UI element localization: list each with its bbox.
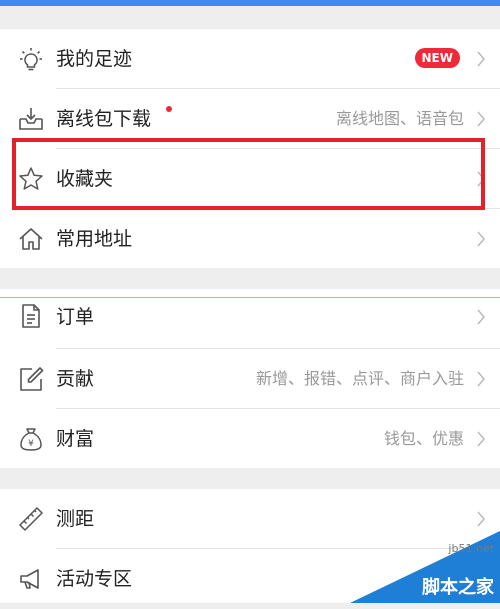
new-badge: NEW xyxy=(414,48,460,68)
menu-sub-offline-download: 离线地图、语音包 xyxy=(335,109,464,128)
menu-label-measure: 测距 xyxy=(56,508,95,530)
menu-label-orders: 订单 xyxy=(56,306,95,328)
menu-sub-wealth: 钱包、优惠 xyxy=(383,429,464,448)
lightbulb-icon xyxy=(18,46,44,72)
watermark-site: jb51.net xyxy=(448,542,494,555)
menu-label-footprint: 我的足迹 xyxy=(56,48,133,70)
menu-label-wealth: 财富 xyxy=(56,428,95,450)
svg-text:¥: ¥ xyxy=(28,439,34,449)
menu-label-addresses: 常用地址 xyxy=(56,228,133,250)
document-icon xyxy=(18,303,44,329)
menu-label-events: 活动专区 xyxy=(56,568,133,590)
megaphone-icon xyxy=(18,566,44,592)
menu-item-addresses[interactable]: 常用地址 xyxy=(0,209,500,269)
menu-label-offline-download: 离线包下载 xyxy=(56,108,152,130)
menu-item-wealth[interactable]: ¥ 财富 钱包、优惠 xyxy=(0,409,500,469)
download-tray-icon xyxy=(18,106,44,132)
divider-highlight-line xyxy=(0,297,500,298)
chevron-right-icon xyxy=(476,51,486,67)
menu-group-services: 订单 贡献 新增、报错、点评、商户入驻 ¥ 财富 钱包、优惠 xyxy=(0,289,500,468)
ruler-icon xyxy=(18,506,44,532)
chevron-right-icon xyxy=(476,111,486,127)
watermark-text: 脚本之家 xyxy=(422,577,494,598)
chevron-right-icon xyxy=(476,309,486,325)
menu-sub-contribute: 新增、报错、点评、商户入驻 xyxy=(255,369,464,388)
chevron-right-icon xyxy=(476,511,486,527)
chevron-right-icon xyxy=(476,371,486,387)
chevron-right-icon xyxy=(476,231,486,247)
home-icon xyxy=(18,226,44,252)
watermark-logo: jb51.net 脚本之家 xyxy=(350,531,500,603)
menu-item-orders[interactable]: 订单 xyxy=(0,289,500,349)
top-status-bar xyxy=(0,0,500,6)
chevron-right-icon xyxy=(476,431,486,447)
money-bag-icon: ¥ xyxy=(18,426,44,452)
edit-icon xyxy=(18,366,44,392)
menu-item-contribute[interactable]: 贡献 新增、报错、点评、商户入驻 xyxy=(0,349,500,409)
annotation-highlight-box xyxy=(12,138,485,210)
menu-label-contribute: 贡献 xyxy=(56,368,95,390)
notification-dot xyxy=(166,106,172,112)
menu-item-footprint[interactable]: 我的足迹 NEW xyxy=(0,29,500,89)
